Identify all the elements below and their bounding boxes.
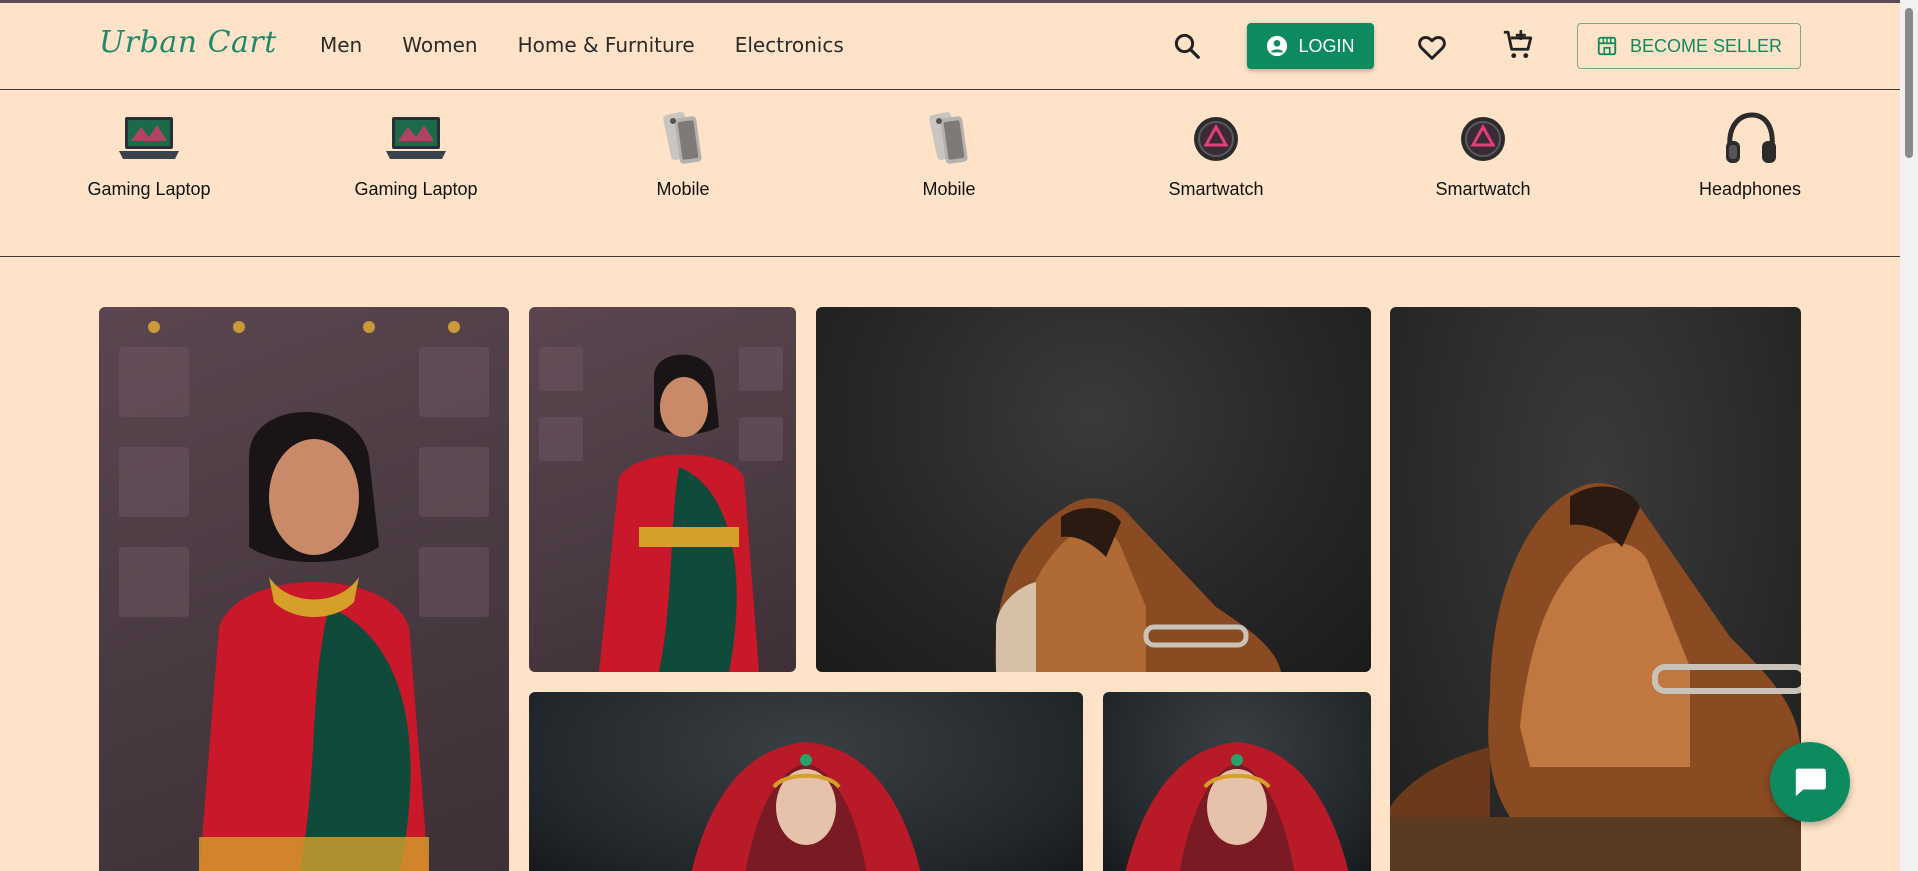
main-nav: Men Women Home & Furniture Electronics (320, 33, 884, 57)
category-strip: Gaming Laptop Gaming Laptop Mobile Mobil… (0, 91, 1900, 257)
watch-icon (1184, 111, 1248, 167)
gallery-tile-bride[interactable] (1103, 692, 1371, 871)
category-gaming-laptop[interactable]: Gaming Laptop (351, 111, 481, 202)
nav-link-women[interactable]: Women (402, 33, 477, 57)
category-mobile[interactable]: Mobile (884, 111, 1014, 202)
headphones-icon (1718, 111, 1782, 167)
store-icon (1597, 36, 1617, 56)
brown-loafer-image (995, 498, 1281, 672)
heart-icon (1418, 36, 1446, 60)
gallery-tile-loafer[interactable] (1390, 307, 1801, 871)
category-gaming-laptop[interactable]: Gaming Laptop (84, 111, 214, 202)
gallery-tile-loafer[interactable] (816, 307, 1371, 672)
login-label: LOGIN (1298, 35, 1355, 56)
add-shopping-cart-icon (1503, 30, 1533, 59)
brand-logo[interactable]: Urban Cart (99, 25, 277, 60)
category-smartwatch[interactable]: Smartwatch (1151, 111, 1281, 202)
category-label: Smartwatch (1435, 179, 1531, 199)
login-button[interactable]: LOGIN (1247, 23, 1374, 69)
bride-red-veil-image (691, 742, 921, 871)
gallery-tile-saree[interactable] (99, 307, 509, 871)
bride-red-veil-image (1125, 742, 1349, 871)
category-label: Smartwatch (1168, 179, 1264, 199)
nav-link-men[interactable]: Men (320, 33, 362, 57)
nav-link-home-furniture[interactable]: Home & Furniture (518, 33, 695, 57)
become-seller-label: BECOME SELLER (1629, 35, 1783, 56)
page-scrollbar[interactable] (1900, 0, 1918, 871)
category-label: Mobile (656, 179, 710, 199)
category-smartwatch[interactable]: Smartwatch (1418, 111, 1548, 202)
woman-in-saree-image (539, 347, 783, 672)
site-header: Urban Cart Men Women Home & Furniture El… (0, 3, 1900, 90)
search-icon (1174, 33, 1200, 59)
woman-in-saree-image (119, 321, 489, 871)
chat-button[interactable] (1770, 742, 1850, 822)
scrollbar-thumb[interactable] (1905, 8, 1913, 158)
phone-icon (917, 111, 981, 167)
category-label: Headphones (1698, 179, 1802, 199)
gallery-tile-bride[interactable] (529, 692, 1083, 871)
category-mobile[interactable]: Mobile (618, 111, 748, 202)
laptop-icon (384, 111, 448, 167)
nav-link-electronics[interactable]: Electronics (735, 33, 844, 57)
become-seller-button[interactable]: BECOME SELLER (1577, 23, 1801, 69)
account-circle-icon (1267, 35, 1288, 57)
category-label: Mobile (922, 179, 976, 199)
category-headphones[interactable]: Headphones (1685, 111, 1815, 202)
brown-loafer-image (1390, 483, 1801, 871)
category-label: Gaming Laptop (87, 179, 211, 199)
search-button[interactable] (1172, 31, 1202, 61)
watch-icon (1451, 111, 1515, 167)
phone-icon (651, 111, 715, 167)
gallery-tile-saree[interactable] (529, 307, 796, 672)
cart-button[interactable] (1501, 28, 1535, 62)
wishlist-button[interactable] (1416, 31, 1448, 63)
chat-bubble-icon (1795, 768, 1826, 797)
laptop-icon (117, 111, 181, 167)
category-label: Gaming Laptop (354, 179, 478, 199)
